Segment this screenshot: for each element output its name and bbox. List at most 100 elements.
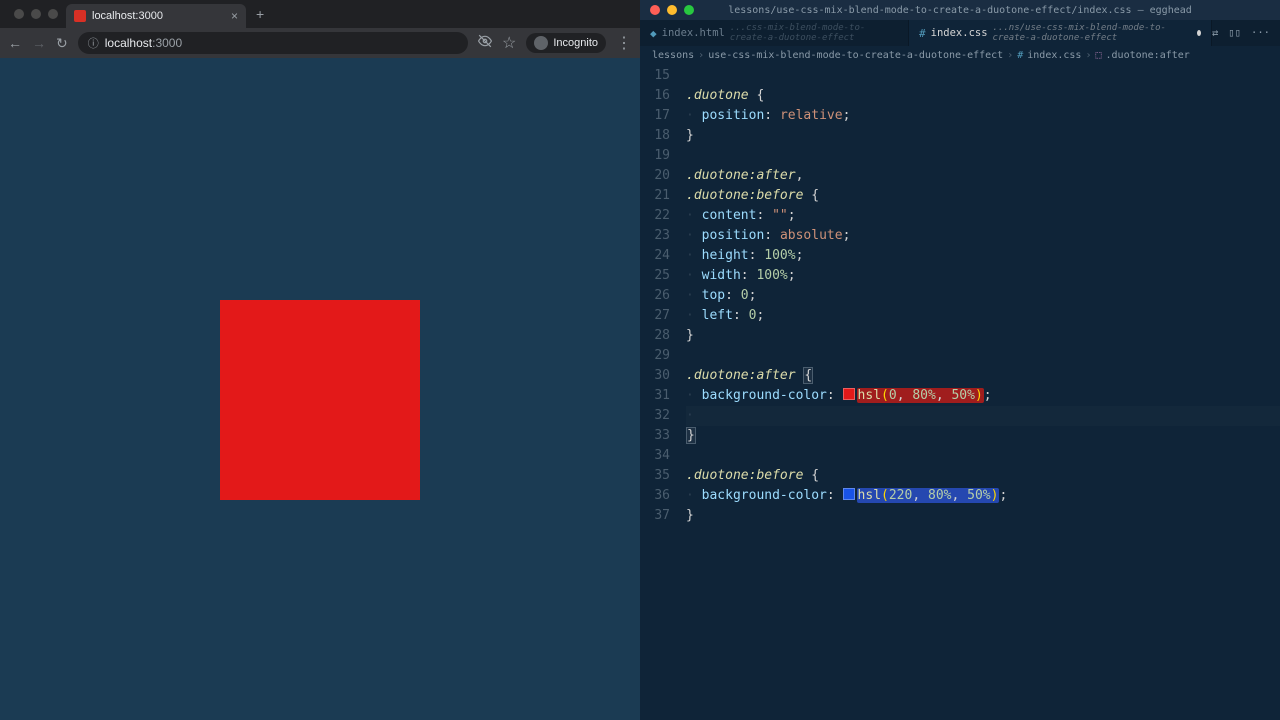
breadcrumb-item[interactable]: lessons [652, 50, 694, 61]
line-number-gutter: 1516171819202122232425262728293031323334… [640, 66, 686, 720]
tab-filename: index.css [931, 27, 988, 39]
code-line[interactable]: .duotone:before { [686, 186, 1280, 206]
code-content[interactable]: .duotone {· position: relative;} .duotone… [686, 66, 1280, 720]
code-line[interactable]: · top: 0; [686, 286, 1280, 306]
incognito-icon [534, 36, 548, 50]
tab-close-icon[interactable]: × [231, 9, 238, 23]
code-line[interactable]: } [686, 126, 1280, 146]
browser-menu-icon[interactable]: ⋮ [616, 33, 632, 53]
line-number: 30 [640, 366, 670, 386]
site-info-icon[interactable]: ⓘ [88, 35, 99, 51]
file-icon: # [1017, 50, 1023, 61]
code-line[interactable]: } [686, 426, 1280, 446]
code-line[interactable] [686, 66, 1280, 86]
chevron-right-icon: › [698, 50, 704, 61]
browser-traffic-lights [8, 9, 66, 19]
code-line[interactable] [686, 146, 1280, 166]
tab-path: ...ns/use-css-mix-blend-mode-to-create-a… [993, 23, 1189, 43]
line-number: 21 [640, 186, 670, 206]
breadcrumb-item[interactable]: index.css [1027, 50, 1081, 61]
reload-button[interactable]: ↻ [56, 35, 68, 52]
line-number: 28 [640, 326, 670, 346]
line-number: 35 [640, 466, 670, 486]
tab-filename: index.html [662, 27, 725, 39]
editor-tab-strip: ◆ index.html ...css-mix-blend-mode-to-cr… [640, 20, 1280, 46]
window-title: lessons/use-css-mix-blend-mode-to-create… [640, 5, 1280, 16]
line-number: 32 [640, 406, 670, 426]
line-number: 19 [640, 146, 670, 166]
code-line[interactable]: } [686, 326, 1280, 346]
toolbar-right: ☆ Incognito ⋮ [478, 33, 632, 53]
code-line[interactable]: · position: relative; [686, 106, 1280, 126]
code-line[interactable] [686, 346, 1280, 366]
code-line[interactable]: · background-color: hsl(0, 80%, 50%); [686, 386, 1280, 406]
code-line[interactable]: · left: 0; [686, 306, 1280, 326]
zoom-icon[interactable] [684, 5, 694, 15]
code-line[interactable]: } [686, 506, 1280, 526]
line-number: 34 [640, 446, 670, 466]
code-line[interactable]: · height: 100%; [686, 246, 1280, 266]
incognito-badge: Incognito [526, 33, 606, 53]
code-editor[interactable]: 1516171819202122232425262728293031323334… [640, 64, 1280, 720]
chevron-right-icon: › [1007, 50, 1013, 61]
breadcrumb-item[interactable]: .duotone:after [1106, 50, 1190, 61]
split-editor-icon[interactable]: ▯▯ [1228, 27, 1241, 39]
new-tab-button[interactable]: + [246, 6, 274, 22]
forward-button[interactable]: → [32, 35, 46, 51]
code-line[interactable]: · position: absolute; [686, 226, 1280, 246]
tab-path: ...css-mix-blend-mode-to-create-a-duoton… [730, 23, 898, 43]
close-icon[interactable] [650, 5, 660, 15]
line-number: 17 [640, 106, 670, 126]
code-line[interactable]: · background-color: hsl(220, 80%, 50%); [686, 486, 1280, 506]
line-number: 23 [640, 226, 670, 246]
more-actions-icon[interactable]: ··· [1251, 27, 1270, 39]
editor-tab-actions: ⇄ ▯▯ ··· [1212, 20, 1280, 46]
address-bar[interactable]: ⓘ localhost:3000 [78, 32, 468, 54]
editor-window: lessons/use-css-mix-blend-mode-to-create… [640, 0, 1280, 720]
duotone-output [220, 300, 420, 500]
line-number: 18 [640, 126, 670, 146]
favicon-icon [74, 10, 86, 22]
symbol-icon: ⬚ [1095, 50, 1101, 61]
line-number: 25 [640, 266, 670, 286]
back-button[interactable]: ← [8, 35, 22, 51]
bookmark-star-icon[interactable]: ☆ [502, 33, 516, 53]
line-number: 24 [640, 246, 670, 266]
minimize-icon[interactable] [31, 9, 41, 19]
code-line[interactable]: · content: ""; [686, 206, 1280, 226]
code-line[interactable]: .duotone:after { [686, 366, 1280, 386]
browser-toolbar: ← → ↻ ⓘ localhost:3000 ☆ Incognito ⋮ [0, 28, 640, 58]
browser-tab-strip: localhost:3000 × + [0, 0, 640, 28]
line-number: 31 [640, 386, 670, 406]
code-line[interactable]: .duotone:after, [686, 166, 1280, 186]
line-number: 29 [640, 346, 670, 366]
file-icon: # [919, 27, 926, 40]
line-number: 16 [640, 86, 670, 106]
code-line[interactable]: .duotone { [686, 86, 1280, 106]
address-text: localhost:3000 [105, 36, 182, 50]
editor-tab-index-html[interactable]: ◆ index.html ...css-mix-blend-mode-to-cr… [640, 20, 909, 46]
line-number: 33 [640, 426, 670, 446]
line-number: 20 [640, 166, 670, 186]
zoom-icon[interactable] [48, 9, 58, 19]
breadcrumb[interactable]: lessons › use-css-mix-blend-mode-to-crea… [640, 46, 1280, 64]
code-line[interactable]: · [686, 406, 1280, 426]
breadcrumb-item[interactable]: use-css-mix-blend-mode-to-create-a-duoto… [708, 50, 1003, 61]
compare-icon[interactable]: ⇄ [1212, 27, 1218, 39]
incognito-label: Incognito [553, 37, 598, 49]
code-line[interactable] [686, 446, 1280, 466]
browser-window: localhost:3000 × + ← → ↻ ⓘ localhost:300… [0, 0, 640, 720]
line-number: 15 [640, 66, 670, 86]
line-number: 37 [640, 506, 670, 526]
file-icon: ◆ [650, 27, 657, 40]
eye-off-icon[interactable] [478, 34, 492, 53]
line-number: 36 [640, 486, 670, 506]
browser-tab[interactable]: localhost:3000 × [66, 4, 246, 28]
line-number: 26 [640, 286, 670, 306]
code-line[interactable]: .duotone:before { [686, 466, 1280, 486]
close-icon[interactable] [14, 9, 24, 19]
minimize-icon[interactable] [667, 5, 677, 15]
code-line[interactable]: · width: 100%; [686, 266, 1280, 286]
editor-tab-index-css[interactable]: # index.css ...ns/use-css-mix-blend-mode… [909, 20, 1212, 46]
unsaved-dot-icon [1197, 30, 1201, 36]
